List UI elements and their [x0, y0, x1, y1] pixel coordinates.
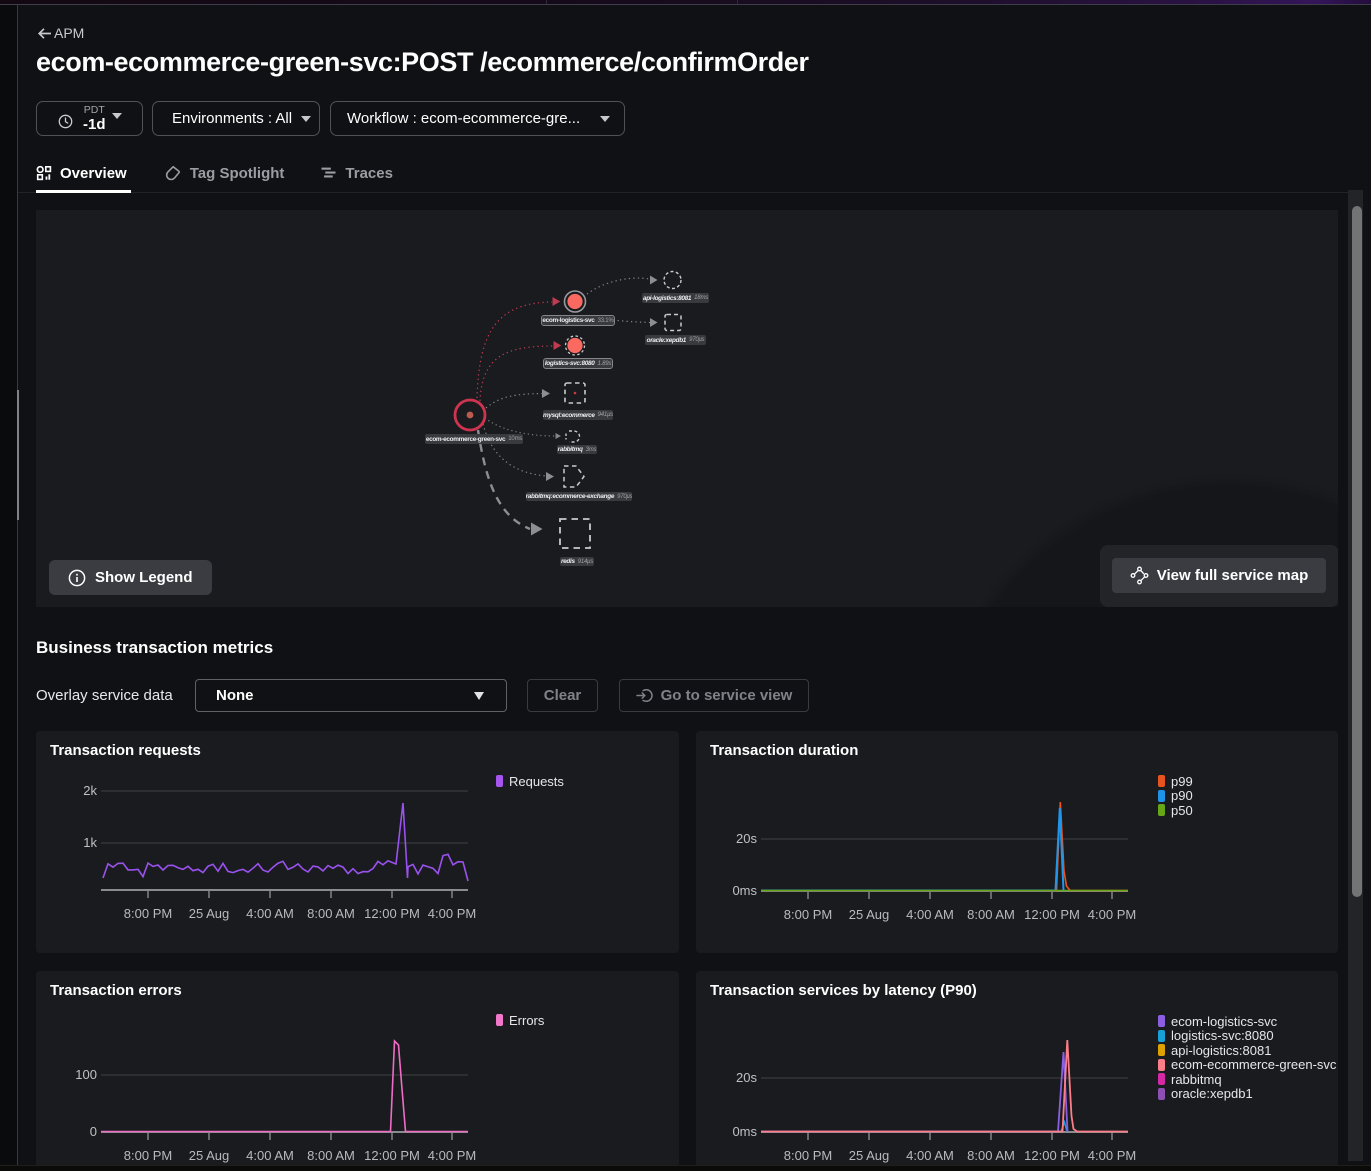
svg-text:4:00 PM: 4:00 PM [1088, 1148, 1136, 1163]
svg-text:4:00 PM: 4:00 PM [1088, 907, 1136, 922]
svg-text:8:00 AM: 8:00 AM [967, 1148, 1015, 1163]
svg-text:0ms: 0ms [732, 1124, 757, 1139]
svg-text:1k: 1k [83, 835, 97, 850]
svg-text:12:00 PM: 12:00 PM [364, 1148, 420, 1163]
svg-text:8:00 PM: 8:00 PM [124, 906, 172, 921]
svg-text:4:00 AM: 4:00 AM [906, 1148, 954, 1163]
svg-text:25 Aug: 25 Aug [849, 907, 890, 922]
svg-text:4:00 PM: 4:00 PM [428, 906, 476, 921]
svg-text:8:00 AM: 8:00 AM [307, 1148, 355, 1163]
svg-text:0: 0 [90, 1124, 97, 1139]
svg-text:12:00 PM: 12:00 PM [364, 906, 420, 921]
svg-text:8:00 AM: 8:00 AM [307, 906, 355, 921]
svg-text:8:00 PM: 8:00 PM [784, 1148, 832, 1163]
svg-text:12:00 PM: 12:00 PM [1024, 907, 1080, 922]
svg-text:12:00 PM: 12:00 PM [1024, 1148, 1080, 1163]
svg-text:100: 100 [75, 1067, 97, 1082]
svg-text:4:00 AM: 4:00 AM [906, 907, 954, 922]
svg-text:8:00 PM: 8:00 PM [784, 907, 832, 922]
svg-text:25 Aug: 25 Aug [189, 906, 230, 921]
svg-text:20s: 20s [736, 831, 757, 846]
svg-text:4:00 AM: 4:00 AM [246, 906, 294, 921]
svg-text:4:00 PM: 4:00 PM [428, 1148, 476, 1163]
svg-text:20s: 20s [736, 1070, 757, 1085]
svg-text:25 Aug: 25 Aug [189, 1148, 230, 1163]
svg-text:8:00 AM: 8:00 AM [967, 907, 1015, 922]
svg-text:2k: 2k [83, 783, 97, 798]
svg-text:25 Aug: 25 Aug [849, 1148, 890, 1163]
svg-text:4:00 AM: 4:00 AM [246, 1148, 294, 1163]
svg-text:8:00 PM: 8:00 PM [124, 1148, 172, 1163]
svg-text:0ms: 0ms [732, 883, 757, 898]
